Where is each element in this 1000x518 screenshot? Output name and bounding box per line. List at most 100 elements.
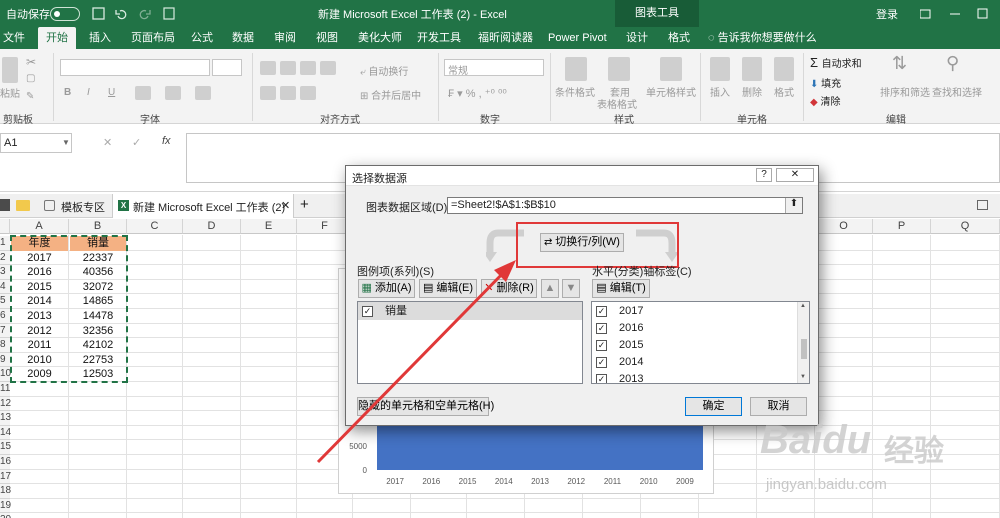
column-header[interactable]: P xyxy=(873,219,931,234)
find-icon[interactable]: ⚲ xyxy=(946,53,959,74)
tab-foxit[interactable]: 福昕阅读器 xyxy=(478,27,533,49)
tab-beautify[interactable]: 美化大师 xyxy=(358,27,402,49)
align-right-icon[interactable] xyxy=(300,86,316,100)
list-item[interactable]: ✓ 2016 xyxy=(596,320,643,336)
align-left-icon[interactable] xyxy=(260,86,276,100)
edit-axis-button[interactable]: ▤ 编辑(T) xyxy=(592,279,650,298)
scrollbar[interactable]: ▲ ▼ xyxy=(797,302,809,383)
row-header[interactable]: 10 xyxy=(0,367,11,382)
column-header[interactable]: E xyxy=(241,219,297,234)
tab-home[interactable]: 开始 xyxy=(38,27,76,49)
move-up-button[interactable]: ▲ xyxy=(541,279,559,298)
copy-icon[interactable]: ▢ xyxy=(26,73,35,84)
font-name-combo[interactable] xyxy=(60,59,210,76)
wrap-text-button[interactable]: ⤶ 自动换行 xyxy=(360,63,408,78)
ok-button[interactable]: 确定 xyxy=(685,397,742,416)
row-header[interactable]: 16 xyxy=(0,455,11,470)
column-header[interactable]: A xyxy=(10,219,69,234)
axis-labels-listbox[interactable]: ✓ 2017 ✓ 2016 ✓ 2015 ✓ 2014 ✓ 2013 ▲ ▼ xyxy=(591,301,810,384)
align-top-icon[interactable] xyxy=(260,61,276,75)
close-button[interactable]: ✕ xyxy=(776,168,814,182)
autosave-toggle[interactable] xyxy=(50,7,80,21)
tab-developer[interactable]: 开发工具 xyxy=(417,27,461,49)
font-size-combo[interactable] xyxy=(212,59,242,76)
row-header[interactable]: 7 xyxy=(0,323,10,339)
collapse-dialog-icon[interactable]: ⬆ xyxy=(785,198,802,213)
enter-formula-icon[interactable]: ✓ xyxy=(132,136,141,149)
column-header[interactable]: Q xyxy=(931,219,1000,234)
cell-styles-icon[interactable] xyxy=(660,57,682,81)
new-tab-icon[interactable]: + xyxy=(300,196,309,213)
currency-icon[interactable]: ₣ ▾ % , ⁺⁰ ⁰⁰ xyxy=(448,87,507,100)
row-header[interactable]: 1 xyxy=(0,236,10,251)
list-item[interactable]: ✓ 2014 xyxy=(596,354,643,370)
orientation-icon[interactable] xyxy=(320,61,336,75)
format-painter-icon[interactable]: ✎ xyxy=(26,91,34,102)
italic-button[interactable]: I xyxy=(87,87,90,98)
cell-styles-label[interactable]: 单元格样式 xyxy=(646,84,696,99)
tab-data[interactable]: 数据 xyxy=(232,27,254,49)
row-header[interactable]: 14 xyxy=(0,425,11,441)
insert-function-icon[interactable]: fx xyxy=(162,135,171,147)
table-format-icon[interactable] xyxy=(608,57,630,81)
scroll-thumb[interactable] xyxy=(801,339,807,359)
number-format-combo[interactable]: 常规 xyxy=(444,59,544,77)
name-box-dropdown-icon[interactable]: ▼ xyxy=(62,138,70,147)
fill-button[interactable]: ⬇ 填充 xyxy=(810,75,841,90)
font-color-icon[interactable] xyxy=(195,86,211,100)
row-header[interactable]: 4 xyxy=(0,279,10,295)
tab-power-pivot[interactable]: Power Pivot xyxy=(548,27,607,49)
align-middle-icon[interactable] xyxy=(280,61,296,75)
insert-cells-label[interactable]: 插入 xyxy=(710,84,730,99)
row-header[interactable]: 9 xyxy=(0,352,10,368)
cancel-formula-icon[interactable]: ✕ xyxy=(103,136,112,149)
tab-file[interactable]: 文件 xyxy=(3,27,25,49)
sort-filter-label[interactable]: 排序和筛选 xyxy=(880,84,930,99)
hidden-empty-cells-button[interactable]: 隐藏的单元格和空单元格(H) xyxy=(357,397,494,416)
delete-cells-label[interactable]: 删除 xyxy=(742,84,762,99)
row-header[interactable]: 3 xyxy=(0,265,10,280)
row-header[interactable]: 13 xyxy=(0,411,11,426)
delete-cells-icon[interactable] xyxy=(742,57,762,81)
align-center-icon[interactable] xyxy=(280,86,296,100)
series-listbox[interactable]: ✓ 销量 xyxy=(357,301,583,384)
restore-icon[interactable] xyxy=(977,200,988,210)
scroll-down-icon[interactable]: ▼ xyxy=(800,374,806,380)
row-header[interactable]: 6 xyxy=(0,309,10,324)
help-button[interactable]: ? xyxy=(756,168,772,182)
edit-series-button[interactable]: ▤ 编辑(E) xyxy=(419,279,477,298)
scroll-up-icon[interactable]: ▲ xyxy=(800,303,806,309)
format-cells-label[interactable]: 格式 xyxy=(774,84,794,99)
workbook-tab[interactable]: X 新建 Microsoft Excel 工作表 (2) ✕ xyxy=(112,194,294,218)
column-header[interactable]: C xyxy=(127,219,183,234)
cancel-button[interactable]: 取消 xyxy=(750,397,807,416)
format-cells-icon[interactable] xyxy=(774,57,794,81)
autosum-button[interactable]: Σ 自动求和 xyxy=(810,55,862,70)
row-header[interactable]: 20 xyxy=(0,513,11,518)
underline-button[interactable]: U xyxy=(108,87,115,98)
tab-format[interactable]: 格式 xyxy=(668,27,690,49)
login-link[interactable]: 登录 xyxy=(876,6,898,22)
tab-design[interactable]: 设计 xyxy=(626,27,648,49)
tell-me-box[interactable]: ◌ 告诉我你想要做什么 xyxy=(708,27,817,49)
list-item[interactable]: ✓ 2015 xyxy=(596,337,643,353)
row-header[interactable]: 17 xyxy=(0,469,11,485)
row-header[interactable]: 15 xyxy=(0,440,11,455)
bold-button[interactable]: B xyxy=(64,87,71,98)
row-header[interactable]: 5 xyxy=(0,294,10,309)
add-series-button[interactable]: ▦ 添加(A) xyxy=(358,279,415,298)
row-header[interactable]: 18 xyxy=(0,484,11,499)
range-input[interactable]: =Sheet2!$A$1:$B$10 xyxy=(447,197,803,214)
move-down-button[interactable]: ▼ xyxy=(562,279,580,298)
list-item[interactable]: ✓ 2013 xyxy=(596,371,643,383)
find-select-label[interactable]: 查找和选择 xyxy=(932,84,982,99)
remove-series-button[interactable]: ✕ 删除(R) xyxy=(481,279,537,298)
select-all-corner[interactable] xyxy=(0,219,10,234)
column-header[interactable]: D xyxy=(183,219,241,234)
borders-icon[interactable] xyxy=(135,86,151,100)
column-header[interactable]: O xyxy=(815,219,873,234)
row-header[interactable]: 2 xyxy=(0,250,10,266)
row-header[interactable]: 12 xyxy=(0,396,11,412)
template-tab[interactable]: 模板专区 xyxy=(61,199,105,215)
tab-formulas[interactable]: 公式 xyxy=(191,27,213,49)
